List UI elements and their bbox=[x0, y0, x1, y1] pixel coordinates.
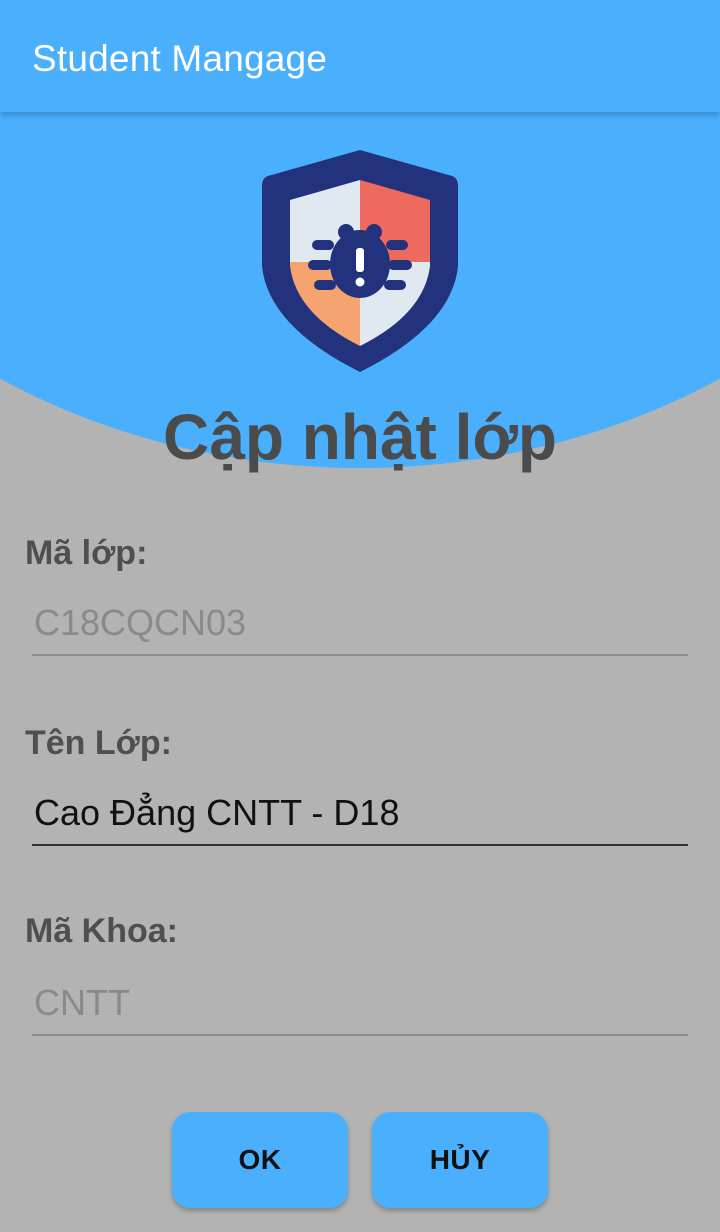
faculty-code-underline bbox=[32, 1034, 688, 1036]
cancel-button[interactable]: HỦY bbox=[372, 1112, 548, 1208]
faculty-code-value: CNTT bbox=[34, 982, 130, 1023]
class-code-underline bbox=[32, 654, 688, 656]
app-bar: Student Mangage bbox=[0, 0, 720, 112]
class-name-label: Tên Lớp: bbox=[25, 724, 172, 762]
class-name-value: Cao Đẳng CNTT - D18 bbox=[34, 792, 400, 833]
class-code-value: C18CQCN03 bbox=[34, 602, 247, 643]
update-class-screen: Student Mangage Cập nhật lớp Mã lớp: C18… bbox=[0, 0, 720, 1232]
class-name-underline bbox=[32, 844, 688, 846]
faculty-code-label: Mã Khoa: bbox=[25, 912, 178, 950]
class-code-label: Mã lớp: bbox=[25, 534, 148, 572]
ok-button[interactable]: OK bbox=[172, 1112, 348, 1208]
page-title: Cập nhật lớp bbox=[163, 401, 557, 473]
class-code-field[interactable]: C18CQCN03 bbox=[32, 596, 688, 656]
app-title: Student Mangage bbox=[32, 38, 328, 79]
class-name-field[interactable]: Cao Đẳng CNTT - D18 bbox=[32, 786, 688, 846]
faculty-code-field[interactable]: CNTT bbox=[32, 976, 688, 1036]
shield-bug-icon bbox=[262, 150, 458, 372]
